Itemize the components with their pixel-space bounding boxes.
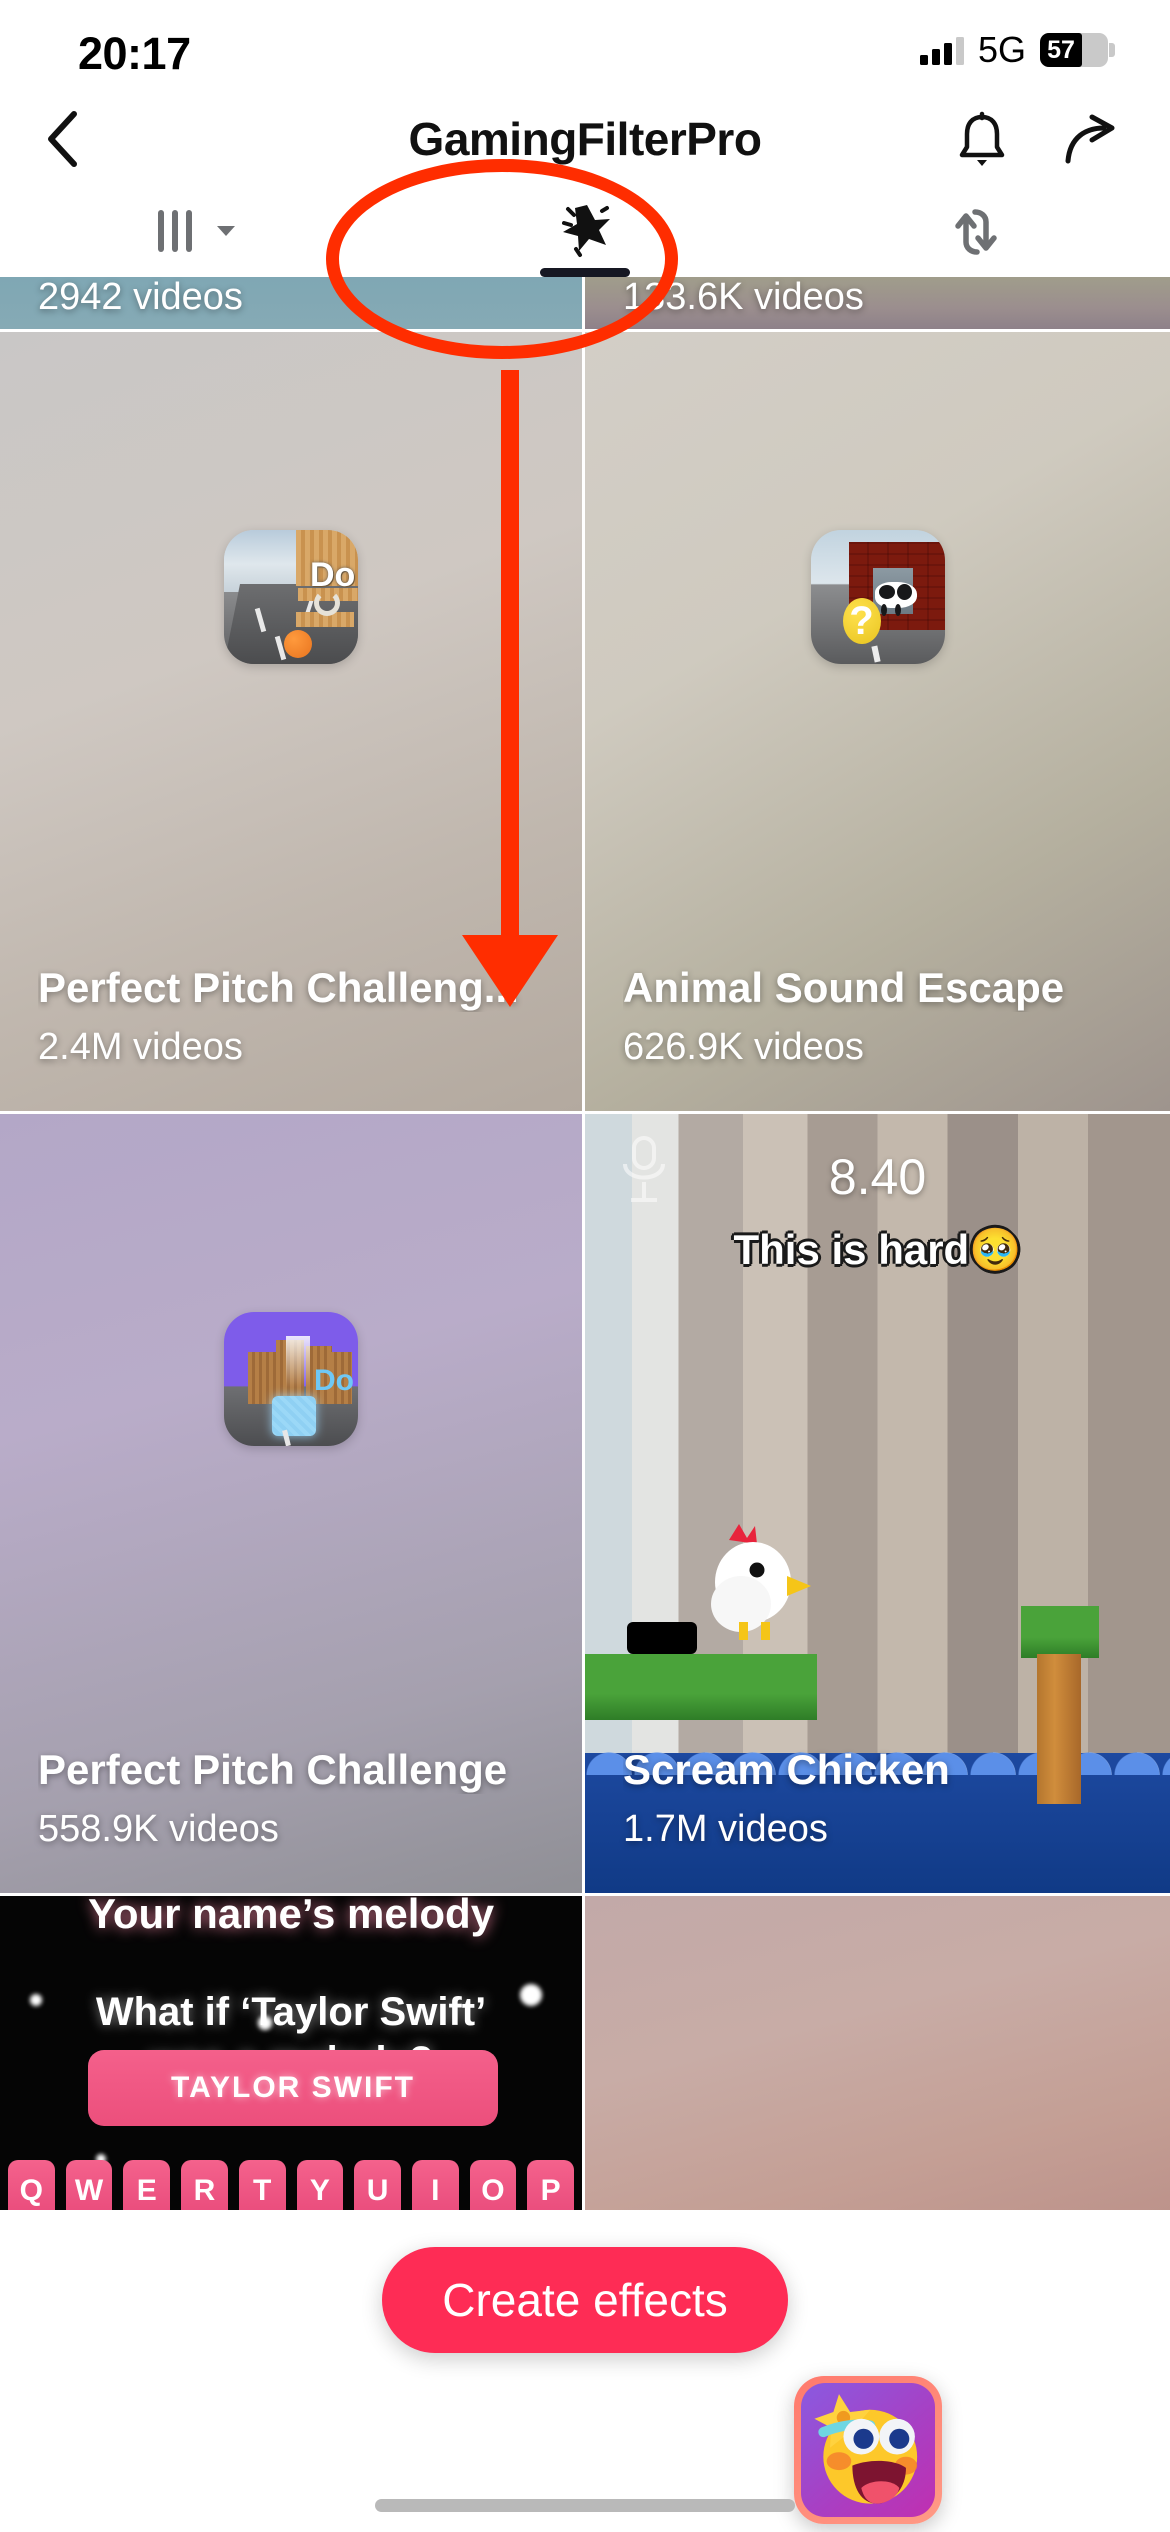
effect-house-emoji-icon [801, 2383, 935, 2517]
key: W [65, 2160, 113, 2210]
effect-card-scream-chicken[interactable]: 8.40 This is hard🥹 Scream Chicken 1.7M v… [585, 1114, 1170, 1896]
red-down-arrow-head [462, 935, 558, 1007]
status-time: 20:17 [78, 28, 191, 79]
battery-level-label: 57 [1040, 33, 1082, 67]
tab-reposts[interactable] [780, 185, 1170, 277]
thumb-question-label: ? [842, 598, 881, 644]
thumb-note-label: Do [310, 556, 356, 594]
preview-heading: Your name’s melody [87, 1896, 495, 1937]
effect-card-melody-name[interactable]: Your name’s melody What if ‘Taylor Swift… [0, 1896, 585, 2213]
effect-video-count: 2942 videos [38, 277, 243, 318]
sparkle-effect-icon [562, 205, 610, 257]
grid-list-icon [158, 210, 192, 252]
cellular-signal-icon [919, 35, 964, 65]
key: O [469, 2160, 517, 2210]
grid-row-3: Your name’s melody What if ‘Taylor Swift… [0, 1896, 1170, 2213]
notifications-button[interactable] [944, 101, 1020, 179]
phone-screen: 20:17 5G 57 GamingFilterPro 2942 videos … [0, 0, 1170, 2532]
status-bar: 20:17 5G 57 [0, 0, 1170, 95]
active-tab-underline [540, 268, 630, 277]
effect-card-partial-left[interactable]: 2942 videos [0, 277, 585, 332]
effect-card-partial-right[interactable]: 133.6K videos [585, 277, 1170, 332]
effect-video-count: 133.6K videos [623, 277, 864, 318]
create-effects-button[interactable]: Create effects [382, 2247, 788, 2353]
effect-card-pink-preview[interactable] [585, 1896, 1170, 2213]
effect-video-count: 558.9K videos [38, 1808, 279, 1850]
key: P [527, 2160, 575, 2210]
effect-title: Animal Sound Escape [623, 963, 1065, 1011]
chevron-left-icon [48, 111, 77, 167]
status-indicators: 5G 57 [919, 28, 1115, 72]
key: Q [8, 2160, 55, 2210]
battery-nub [1109, 43, 1115, 57]
key: I [411, 2160, 459, 2210]
key: U [354, 2160, 401, 2210]
game-platform-left [585, 1654, 817, 1720]
perfect-pitch-purple-thumb: Do [224, 1312, 358, 1446]
key: Y [296, 2160, 344, 2210]
grid-row-1: Do Perfect Pitch Challeng... 2.4M videos [0, 332, 1170, 1114]
bell-icon [959, 111, 1005, 166]
effect-title: Perfect Pitch Challenge [38, 1745, 508, 1793]
effect-video-count: 2.4M videos [38, 1026, 243, 1068]
effect-card-animal-sound-escape[interactable]: ? Animal Sound Escape 626.9K videos [585, 332, 1170, 1114]
battery-icon: 57 [1040, 33, 1115, 67]
thumb-note-label: Do [314, 1364, 354, 1397]
melody-name-preview: Your name’s melody What if ‘Taylor Swift… [0, 1896, 582, 2210]
home-indicator-bar [375, 2499, 795, 2512]
back-button[interactable] [26, 99, 98, 179]
chevron-down-icon [217, 226, 235, 236]
grid-row-2: Do Perfect Pitch Challenge 558.9K videos [0, 1114, 1170, 1896]
perfect-pitch-road-thumb: Do [224, 530, 358, 664]
video-caption: This is hard🥹 [733, 1226, 1022, 1273]
key: R [181, 2160, 228, 2210]
tab-effects[interactable] [390, 185, 780, 277]
animal-sound-cow-thumb: ? [810, 530, 945, 664]
effect-video-count: 626.9K videos [623, 1026, 864, 1068]
share-button[interactable] [1052, 101, 1130, 179]
effect-video-count: 1.7M videos [623, 1808, 828, 1850]
pink-gradient-preview [585, 1896, 1170, 2210]
preview-keyboard: Q W E R T Y U I O P [0, 2160, 582, 2210]
key: E [123, 2160, 171, 2210]
grid-row-partial: 2942 videos 133.6K videos [0, 277, 1170, 332]
nav-bar: GamingFilterPro [0, 95, 1170, 185]
game-platform-right [1021, 1606, 1099, 1658]
star-eyes-emoji-icon [814, 2394, 918, 2504]
game-score: 8.40 [828, 1149, 927, 1205]
network-type-label: 5G [977, 29, 1026, 70]
red-down-arrow-shaft [501, 370, 519, 960]
share-arrow-icon [1065, 114, 1115, 164]
chicken-character-icon [711, 1524, 811, 1640]
repost-arrows-icon [955, 209, 997, 255]
sidebar-item-videos[interactable] [0, 185, 390, 277]
effect-title: Scream Chicken [623, 1745, 950, 1793]
effect-card-perfect-pitch-challenge[interactable]: Do Perfect Pitch Challenge 558.9K videos [0, 1114, 585, 1896]
key: T [238, 2160, 286, 2210]
profile-tab-bar [0, 185, 1170, 277]
preview-name-chip: TAYLOR SWIFT [88, 2050, 498, 2126]
game-obstacle [627, 1622, 697, 1654]
effect-house-button[interactable] [794, 2376, 942, 2524]
effects-grid: 2942 videos 133.6K videos Do Perfect Pit… [0, 277, 1170, 2532]
